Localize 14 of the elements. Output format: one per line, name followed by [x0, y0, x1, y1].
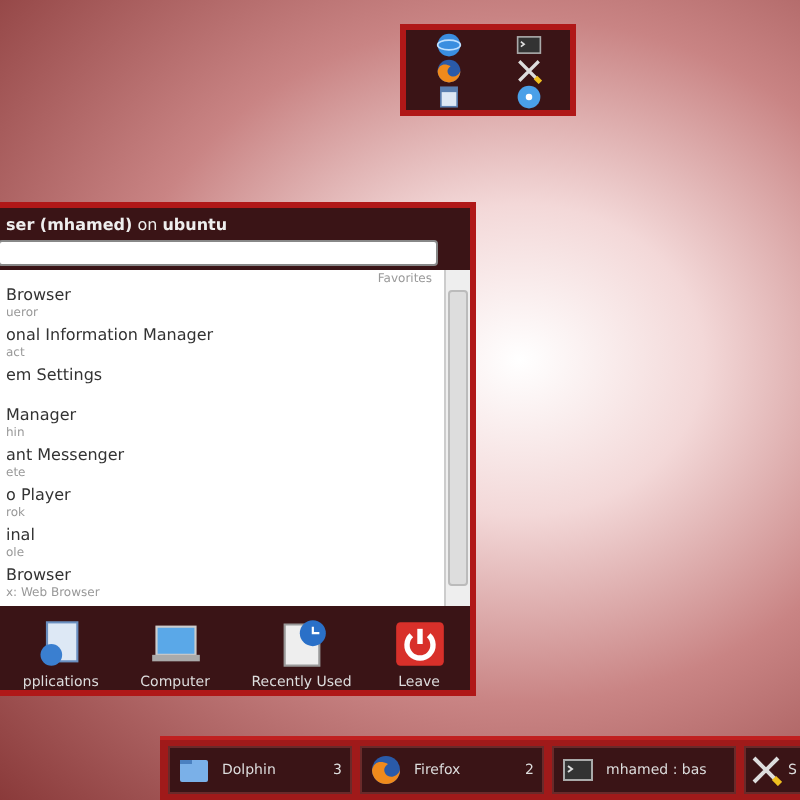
disc-icon[interactable] — [515, 84, 541, 110]
terminal-icon[interactable] — [515, 32, 541, 58]
search-field[interactable] — [0, 240, 438, 266]
firefox-icon[interactable] — [370, 754, 402, 786]
firefox-icon[interactable] — [435, 58, 461, 84]
scrollbar[interactable] — [444, 270, 470, 606]
tools-icon[interactable] — [515, 58, 541, 84]
globe-icon[interactable] — [435, 32, 461, 58]
folder-icon — [178, 754, 210, 786]
user-title: ser (mhamed) on ubuntu — [4, 214, 230, 238]
power-icon — [393, 618, 446, 670]
tools-icon[interactable] — [750, 754, 782, 786]
favorite-item[interactable]: em Settings — [0, 366, 444, 406]
terminal-icon[interactable] — [562, 754, 594, 786]
